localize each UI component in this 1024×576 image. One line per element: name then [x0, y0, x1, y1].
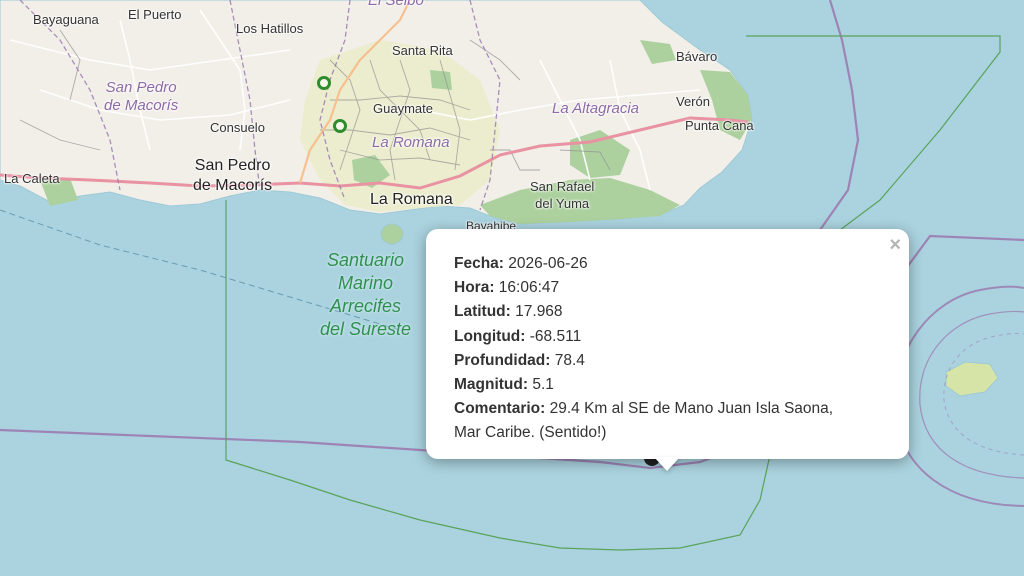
- label-punta-cana: Punta Cana: [685, 118, 754, 133]
- forest-patch: [430, 70, 452, 90]
- label-santuario-line4: del Sureste: [320, 319, 412, 339]
- label-santuario-marino: Santuario Marino Arrecifes del Sureste: [320, 249, 411, 341]
- popup-row-comentario: Comentario: 29.4 Km al SE de Mano Juan I…: [454, 397, 894, 421]
- label-consuelo: Consuelo: [210, 120, 265, 135]
- label-veron: Verón: [676, 94, 710, 109]
- label-san-pedro-region: San Pedro de Macorís: [104, 79, 178, 115]
- profundidad-key: Profundidad:: [454, 351, 551, 369]
- fecha-key: Fecha:: [454, 255, 504, 272]
- popup-pointer: [654, 457, 680, 471]
- seismic-station-1[interactable]: [317, 76, 331, 90]
- longitud-key: Longitud:: [454, 327, 526, 345]
- longitud-value: -68.511: [529, 327, 582, 345]
- label-san-rafael-line1: San Rafael: [530, 179, 595, 194]
- label-la-romana-region: La Romana: [372, 134, 450, 151]
- label-santa-rita: Santa Rita: [392, 43, 453, 58]
- label-el-puerto: El Puerto: [128, 7, 182, 22]
- magnitud-value: 5.1: [532, 376, 554, 394]
- label-la-caleta: La Caleta: [4, 171, 60, 186]
- label-san-pedro-region-line2: de Macorís: [104, 97, 179, 114]
- popup-row-longitud: Longitud: -68.511: [454, 325, 894, 349]
- magnitud-key: Magnitud:: [454, 376, 529, 394]
- label-guaymate: Guaymate: [373, 101, 433, 116]
- comentario-key: Comentario:: [454, 400, 546, 418]
- label-la-romana-city: La Romana: [370, 191, 453, 208]
- popup-row-comentario-cont: Mar Caribe. (Sentido!): [454, 421, 894, 445]
- label-san-pedro-city-line2: de Macorís: [193, 177, 273, 194]
- label-santuario-line1: Santuario: [327, 250, 405, 270]
- seismic-station-2[interactable]: [333, 119, 347, 133]
- fecha-value: 2026-06-26: [508, 255, 588, 272]
- comentario-value: 29.4 Km al SE de Mano Juan Isla Saona,: [549, 400, 834, 418]
- label-san-rafael-line2: del Yuma: [535, 196, 590, 211]
- popup-content: Fecha: 2026-06-26 Hora: 16:06:47 Latitud…: [454, 252, 894, 446]
- label-bavaro: Bávaro: [676, 49, 718, 64]
- popup-row-magnitud: Magnitud: 5.1: [454, 373, 894, 397]
- popup-row-latitud: Latitud: 17.968: [454, 300, 894, 324]
- catalina-island: [380, 223, 404, 245]
- popup-row-profundidad: Profundidad: 78.4: [454, 349, 894, 373]
- label-la-altagracia: La Altagracia: [552, 100, 639, 117]
- label-san-pedro-city-line1: San Pedro: [194, 157, 271, 174]
- label-bayaguana: Bayaguana: [33, 12, 99, 27]
- latitud-value: 17.968: [515, 303, 563, 321]
- label-san-pedro-city: San Pedro de Macorís: [193, 156, 272, 196]
- hora-key: Hora:: [454, 279, 495, 297]
- popup-row-hora: Hora: 16:06:47: [454, 276, 894, 300]
- popup-row-fecha: Fecha: 2026-06-26: [454, 252, 894, 276]
- comentario-value-line2: Mar Caribe. (Sentido!): [454, 424, 607, 442]
- latitud-key: Latitud:: [454, 303, 511, 321]
- label-san-pedro-region-line1: San Pedro: [105, 79, 177, 96]
- hora-value: 16:06:47: [498, 279, 560, 297]
- profundidad-value: 78.4: [554, 351, 585, 369]
- label-santuario-line3: Arrecifes: [330, 296, 402, 316]
- earthquake-info-popup: × Fecha: 2026-06-26 Hora: 16:06:47 Latit…: [426, 229, 909, 459]
- label-san-rafael-del-yuma: San Rafael del Yuma: [530, 178, 594, 212]
- label-los-hatillos: Los Hatillos: [236, 21, 304, 36]
- label-el-seibo: El Seibo: [368, 0, 424, 9]
- label-santuario-line2: Marino: [338, 273, 394, 293]
